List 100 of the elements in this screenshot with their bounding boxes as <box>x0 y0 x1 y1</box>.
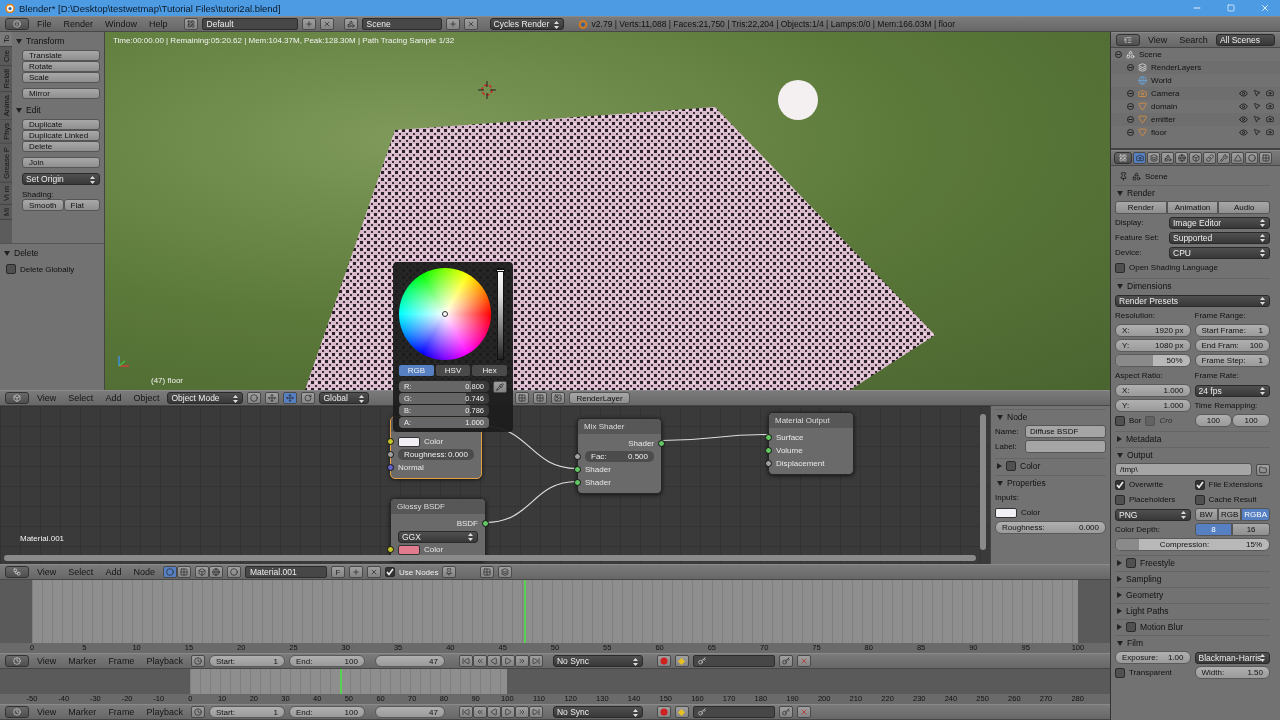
menu-item[interactable]: View <box>33 565 61 579</box>
object-type-button[interactable] <box>208 566 223 578</box>
tool-button[interactable]: Duplicate <box>22 119 100 130</box>
menu-item[interactable]: View <box>1144 33 1172 47</box>
editor-type-button[interactable] <box>5 706 29 718</box>
current-frame-field[interactable]: 47 <box>374 706 445 718</box>
node-value-field[interactable]: Roughness:0.000 <box>398 449 474 460</box>
render-layer-button[interactable]: RenderLayer <box>569 392 630 404</box>
eyedropper-button[interactable] <box>493 381 507 393</box>
number-field[interactable]: Exposure: 1.00 <box>1115 651 1191 664</box>
number-field[interactable]: Start: 1 <box>208 655 285 667</box>
number-field[interactable]: Frame Step: 1 <box>1194 354 1270 367</box>
editor-type-button[interactable] <box>1116 34 1140 46</box>
text-field[interactable] <box>1025 440 1106 453</box>
number-field[interactable]: Y: 1080 px <box>1115 339 1191 352</box>
color-swatch[interactable] <box>995 507 1017 518</box>
menu-item[interactable]: View <box>33 391 61 405</box>
checkbox[interactable] <box>1126 622 1136 632</box>
menu-item[interactable]: Render <box>59 17 98 31</box>
slider[interactable]: 50% <box>1115 354 1191 367</box>
record-button[interactable] <box>656 655 671 667</box>
menu-item[interactable]: Help <box>145 17 172 31</box>
toggle-button[interactable]: RGB <box>1217 508 1242 521</box>
rotate-button[interactable] <box>301 392 316 404</box>
scope-dropdown[interactable]: All Scenes <box>1215 34 1275 46</box>
checkbox[interactable] <box>1115 479 1125 490</box>
shader-type-button[interactable] <box>176 566 191 578</box>
dropdown[interactable]: 24 fps <box>1194 384 1270 397</box>
pivot-button[interactable] <box>265 392 280 404</box>
expand-triangle-icon[interactable] <box>997 414 1003 420</box>
number-field[interactable]: Width: 1.50 <box>1194 666 1270 679</box>
toggle-button[interactable]: 16 <box>1232 523 1270 536</box>
number-field[interactable]: 100 <box>1232 414 1270 427</box>
tool-button[interactable]: Mirror <box>22 88 100 99</box>
path-field[interactable]: /tmp\ <box>1115 463 1252 476</box>
panel-title[interactable]: Light Paths <box>1126 606 1169 616</box>
checkbox[interactable] <box>1115 262 1125 273</box>
properties-tab[interactable] <box>1147 152 1160 164</box>
properties-tab[interactable] <box>1175 152 1188 164</box>
expand-triangle-icon[interactable] <box>1117 190 1123 196</box>
menu-item[interactable]: Playback <box>142 705 187 719</box>
expand-triangle-icon[interactable] <box>16 38 22 44</box>
insert-key-button[interactable] <box>778 655 793 667</box>
number-field[interactable]: End: 100 <box>288 655 365 667</box>
tool-button[interactable]: Join <box>22 157 100 168</box>
node-socket[interactable] <box>574 479 581 486</box>
outliner-item[interactable]: Scene <box>1139 50 1274 59</box>
remove-button[interactable] <box>366 566 381 578</box>
shading-button[interactable] <box>247 392 262 404</box>
number-field[interactable]: End: 100 <box>288 706 365 718</box>
picker-tab[interactable]: Hex <box>472 365 507 376</box>
copy-button[interactable] <box>498 566 513 578</box>
menu-item[interactable]: File <box>33 17 56 31</box>
color-swatch[interactable] <box>398 436 420 447</box>
number-field[interactable]: Roughness: 0.000 <box>995 521 1106 534</box>
tool-button[interactable]: Smooth <box>22 199 64 211</box>
dropdown[interactable]: Render Presets <box>1115 294 1270 307</box>
checkbox[interactable] <box>1194 494 1205 505</box>
outliner-item[interactable]: domain <box>1151 102 1235 111</box>
play-button[interactable] <box>500 706 515 718</box>
menu-item[interactable]: Select <box>64 565 98 579</box>
checkbox[interactable] <box>6 264 16 274</box>
panel-title[interactable]: Geometry <box>1126 590 1164 600</box>
pin-button[interactable] <box>442 566 457 578</box>
editor-type-button[interactable] <box>5 392 29 404</box>
dropdown[interactable]: Supported <box>1169 231 1270 244</box>
properties-tab[interactable] <box>1189 152 1202 164</box>
node-socket[interactable] <box>574 466 581 473</box>
menu-item[interactable]: Select <box>64 391 98 405</box>
scrollbar[interactable] <box>4 555 976 561</box>
menu-item[interactable]: Marker <box>64 654 101 668</box>
scene-button[interactable] <box>343 18 358 30</box>
color-swatch[interactable] <box>398 544 420 555</box>
panel-title[interactable]: Node <box>1007 412 1028 422</box>
menu-item[interactable]: Search <box>1175 33 1212 47</box>
shader-type-button[interactable] <box>162 566 177 578</box>
node-socket[interactable] <box>658 440 665 447</box>
node-socket[interactable] <box>765 447 772 454</box>
dropdown[interactable]: GGX <box>398 530 478 543</box>
tool-button[interactable]: Scale <box>22 72 100 83</box>
expand-triangle-icon[interactable] <box>1117 283 1123 289</box>
expand-triangle-icon[interactable] <box>1117 592 1122 598</box>
editor-type-button[interactable] <box>5 655 29 667</box>
toggle-button[interactable]: BW <box>1194 508 1218 521</box>
number-field[interactable]: 100 <box>1194 414 1233 427</box>
properties-tab[interactable] <box>1217 152 1230 164</box>
expand-triangle-icon[interactable] <box>4 250 10 256</box>
keying-set-field[interactable] <box>692 706 775 718</box>
number-field[interactable]: X: 1920 px <box>1115 324 1191 337</box>
add-button[interactable] <box>348 566 363 578</box>
insert-key-button[interactable] <box>778 706 793 718</box>
timeline-track[interactable] <box>0 669 1110 694</box>
skip-forward-button[interactable] <box>528 706 543 718</box>
node-socket[interactable] <box>765 434 772 441</box>
dropdown[interactable]: Image Editor <box>1169 216 1270 229</box>
layout-field[interactable]: Default <box>201 18 298 30</box>
node-value-field[interactable]: Fac: 0.500 <box>585 451 654 462</box>
menu-item[interactable]: Add <box>101 565 126 579</box>
panel-title[interactable]: Freestyle <box>1140 558 1175 568</box>
expand-toggle-icon[interactable] <box>1127 103 1134 110</box>
